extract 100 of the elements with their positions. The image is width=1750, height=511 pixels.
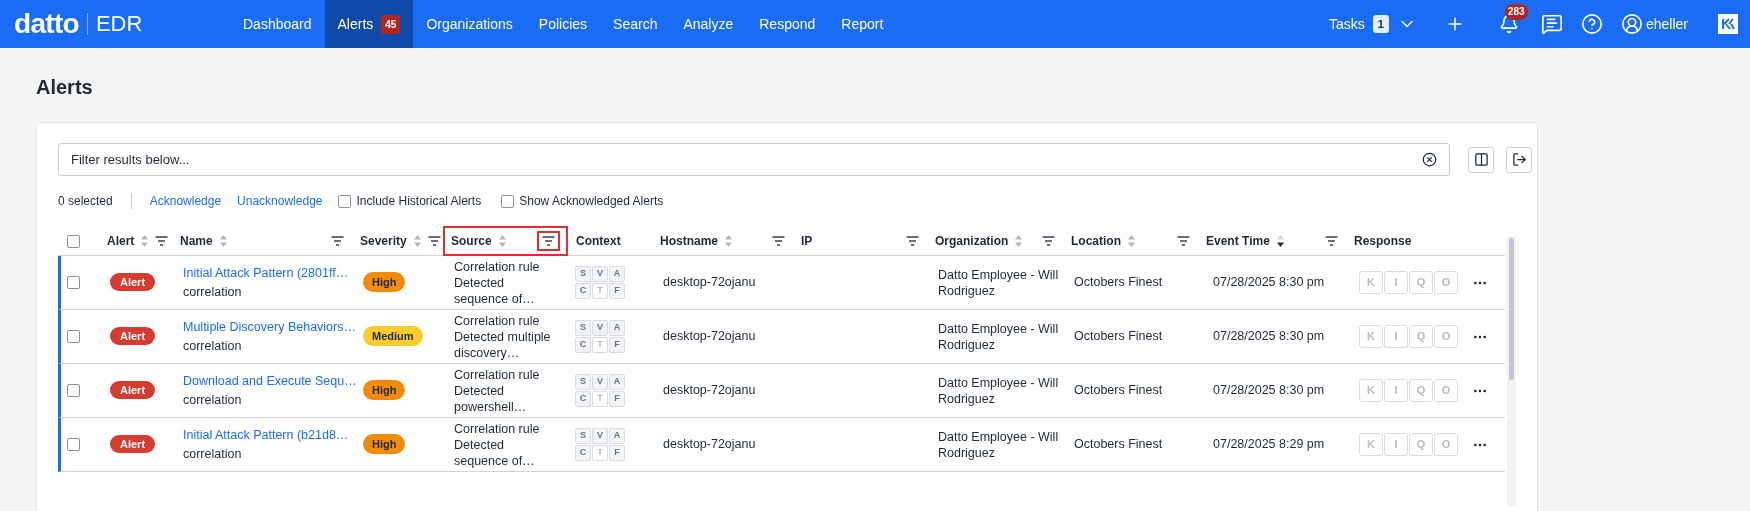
context-tag[interactable]: C [575,391,591,407]
nav-tab[interactable]: Organizations [413,0,526,48]
status-badge: Alert [110,435,156,454]
checkbox[interactable] [67,330,80,343]
action-link[interactable]: Unacknowledge [237,192,323,210]
source-text: Correlation rule [454,258,540,275]
nav-tab[interactable]: Analyze [670,0,747,48]
event-time-text: 07/28/2025 8:29 pm [1213,437,1325,452]
export-button[interactable] [1506,146,1532,173]
filter-icon[interactable] [1177,236,1190,246]
source-text: sequence of… [454,452,535,469]
filter-icon[interactable] [542,236,555,246]
columns-button[interactable] [1468,146,1494,173]
app-logo-icon[interactable] [1718,14,1738,34]
filter-icon[interactable] [772,236,785,246]
column-header: Organization [935,233,1009,250]
alert-type: correlation [183,391,242,409]
help-icon[interactable] [1580,13,1603,35]
context-tag[interactable]: F [609,391,625,407]
checkbox[interactable] [338,194,352,208]
context-tag[interactable]: V [592,428,608,444]
alert-name-link[interactable]: Download and Execute Sequ… [183,371,357,391]
source-text: Detected multiple [454,328,551,345]
option-label[interactable]: Include Historical Alerts [356,192,482,210]
filter-input[interactable]: Filter results below... [71,149,1422,170]
context-tag[interactable]: S [575,320,591,336]
source-text: powershell… [454,398,527,415]
filter-icon[interactable] [1042,236,1055,246]
context-tag[interactable]: S [575,428,591,444]
filter-icon[interactable] [427,236,441,246]
context-tag[interactable]: A [609,374,625,390]
option-label[interactable]: Show Acknowledged Alerts [519,192,664,210]
source-text: Detected [454,274,505,291]
column-header: Event Time [1206,233,1270,250]
context-tag[interactable]: C [575,337,591,353]
checkbox[interactable] [67,438,80,451]
context-tag[interactable]: A [609,320,625,336]
columns-icon[interactable] [1473,152,1489,167]
event-time-text: 07/28/2025 8:30 pm [1213,329,1325,344]
alert-name-link[interactable]: Multiple Discovery Behaviors… [183,317,356,337]
context-tag[interactable]: A [609,428,625,444]
tasks-count: 1 [1372,14,1389,34]
filter-icon[interactable] [906,236,919,246]
status-badge: Alert [110,381,156,400]
source-text: discovery… [454,344,520,361]
source-text: Detected [454,382,505,399]
nav-tab[interactable]: Policies [525,0,601,48]
user-icon[interactable] [1620,13,1643,35]
hostname-text: desktop-72ojanu [663,437,756,452]
sort-icon[interactable] [1275,234,1285,248]
context-tag[interactable]: F [609,337,625,353]
filter-field[interactable]: Filter results below... [58,143,1450,176]
alert-row[interactable] [58,310,1505,364]
context-tag[interactable]: C [575,283,591,299]
checkbox[interactable] [501,194,515,208]
status-badge: Alert [110,327,156,346]
filter-icon[interactable] [155,236,169,246]
column-header: Hostname [660,233,718,250]
filter-icon[interactable] [1325,236,1338,246]
context-tag[interactable]: A [609,266,625,282]
nav-tab[interactable]: Search [600,0,671,48]
severity-badge: High [363,434,406,455]
source-text: Correlation rule [454,366,540,383]
alert-name-link[interactable]: Initial Attack Pattern (b21d8… [183,425,349,445]
status-badge: Alert [110,273,156,292]
logo[interactable]: datto [14,10,79,38]
location-text: Octobers Finest [1074,437,1163,452]
clear-icon[interactable] [1422,152,1437,167]
context-tag[interactable]: V [592,374,608,390]
user-name[interactable]: eheller [1645,13,1688,35]
column-header: Response [1354,233,1412,250]
export-icon[interactable] [1511,152,1527,167]
alert-name-link[interactable]: Initial Attack Pattern (2801ff… [183,263,349,283]
column-header: Location [1071,233,1121,250]
nav-tab[interactable]: Alerts 45 [324,0,414,48]
source-text: Correlation rule [454,420,540,437]
column-header: Source [451,233,492,250]
context-tag[interactable]: V [592,320,608,336]
notifications-icon[interactable] [1498,14,1519,34]
checkbox[interactable] [67,234,80,248]
filter-icon[interactable] [331,236,344,246]
nav-tab[interactable]: Respond [746,0,829,48]
checkbox[interactable] [67,276,80,289]
context-tag[interactable]: C [575,445,591,461]
context-tag[interactable]: S [575,374,591,390]
context-tag[interactable]: S [575,266,591,282]
nav-tab[interactable]: Report [828,0,897,48]
action-link[interactable]: Acknowledge [149,192,222,210]
context-tag[interactable]: F [609,445,625,461]
product-name: EDR [95,13,143,35]
checkbox[interactable] [67,384,80,397]
chat-icon[interactable] [1540,13,1563,35]
hostname-text: desktop-72ojanu [663,275,756,290]
context-tag[interactable]: F [609,283,625,299]
context-tag[interactable]: V [592,266,608,282]
location-text: Octobers Finest [1074,329,1163,344]
nav-tab[interactable]: Dashboard [230,0,325,48]
location-text: Octobers Finest [1074,383,1163,398]
column-header: IP [801,233,813,250]
tasks-label[interactable]: Tasks [1329,13,1365,35]
